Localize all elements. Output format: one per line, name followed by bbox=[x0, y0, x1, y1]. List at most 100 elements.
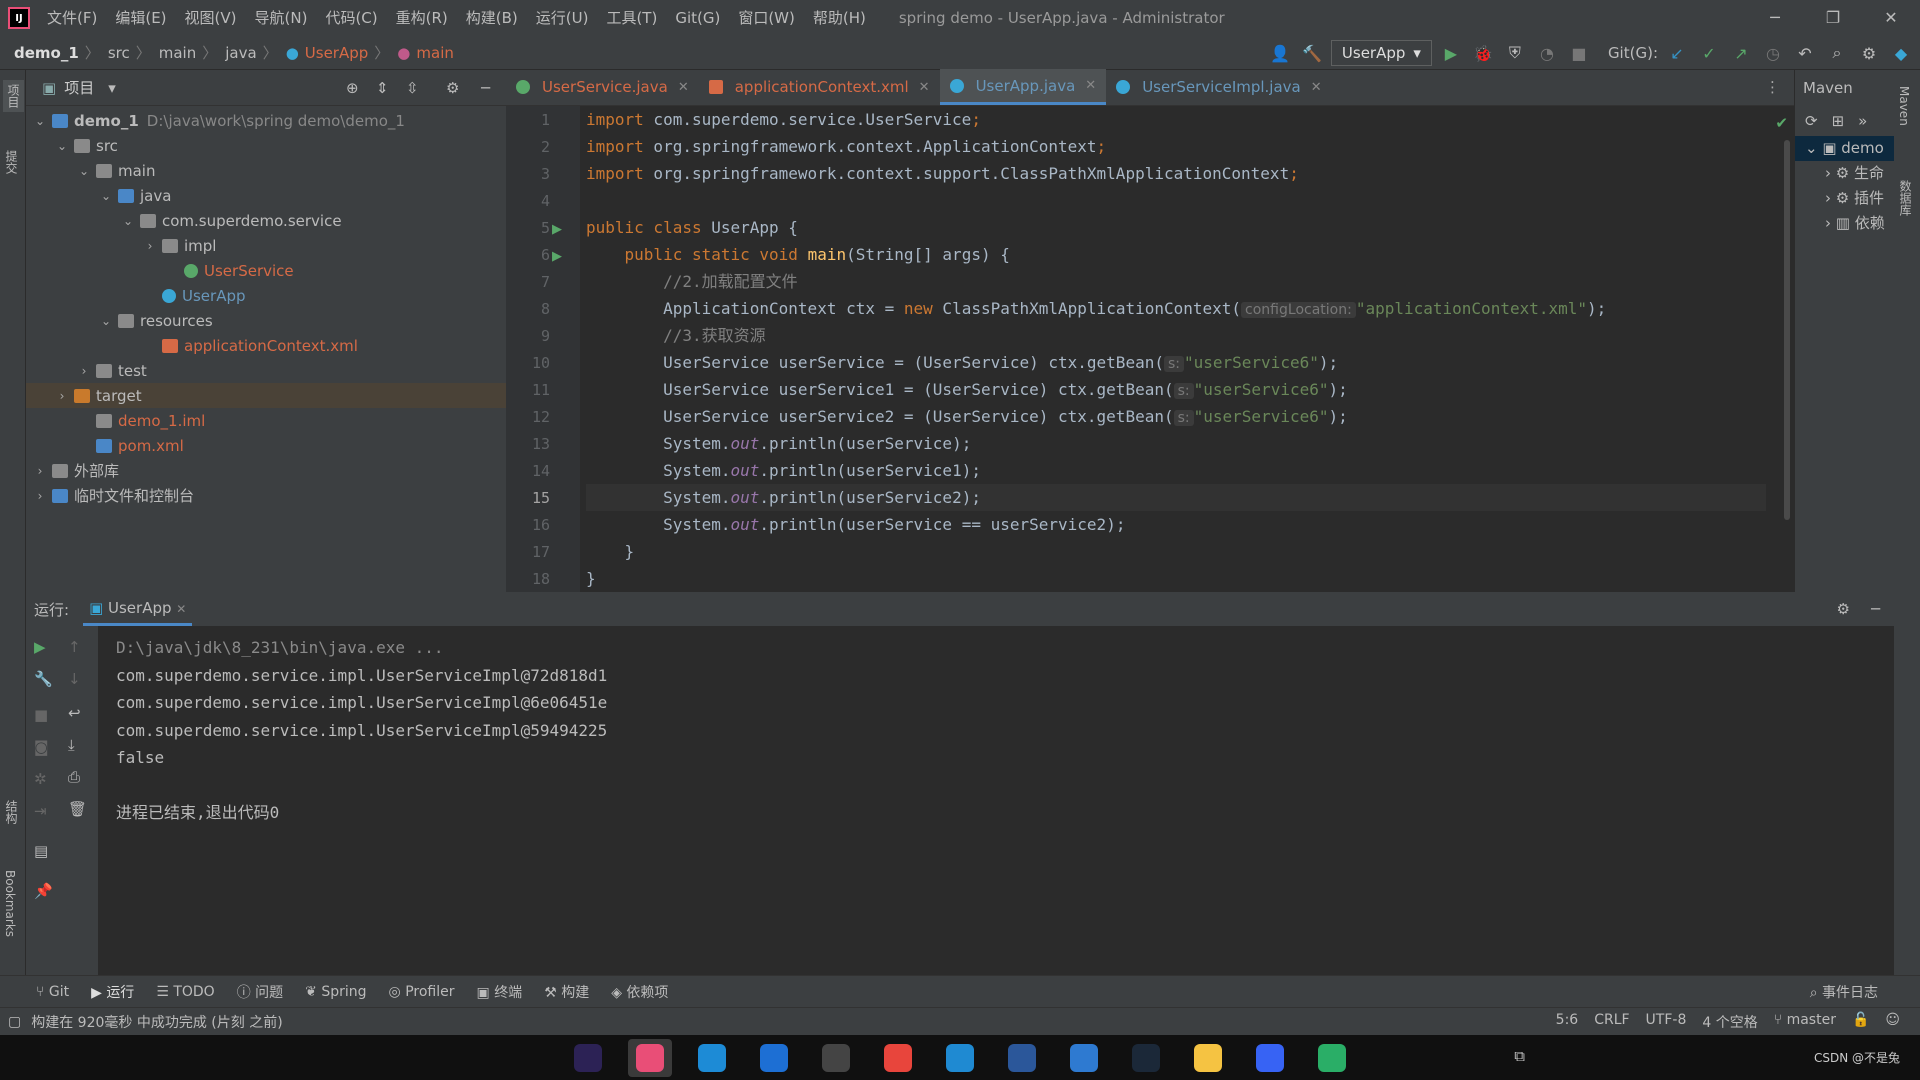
vmware-icon[interactable] bbox=[752, 1039, 796, 1077]
coverage-icon[interactable]: ⛨ bbox=[1502, 40, 1528, 66]
breadcrumb-item[interactable]: main bbox=[416, 44, 453, 62]
menu-item[interactable]: 编辑(E) bbox=[106, 0, 175, 36]
breadcrumb-item[interactable]: java bbox=[225, 44, 256, 62]
menu-item[interactable]: 构建(B) bbox=[457, 0, 527, 36]
tree-item[interactable]: ⌄ main bbox=[26, 158, 506, 183]
chevron-down-icon[interactable]: ⌄ bbox=[32, 114, 48, 128]
menu-item[interactable]: 重构(R) bbox=[387, 0, 457, 36]
code-editor[interactable]: import com.superdemo.service.UserService… bbox=[586, 106, 1774, 592]
close-icon[interactable]: ✕ bbox=[1311, 80, 1322, 95]
tree-item[interactable]: pom.xml bbox=[26, 433, 506, 458]
search-icon[interactable]: ⌕ bbox=[1824, 40, 1850, 66]
maven-tool-button[interactable]: Maven bbox=[1897, 86, 1911, 126]
caret-position[interactable]: 5:6 bbox=[1556, 1012, 1579, 1032]
chevron-right-icon[interactable]: › bbox=[54, 389, 70, 403]
close-icon[interactable]: ✕ bbox=[678, 80, 689, 95]
git-push-icon[interactable]: ↗ bbox=[1728, 40, 1754, 66]
run-gutter-icon[interactable]: ▶ bbox=[552, 249, 562, 264]
pin-icon[interactable]: 📌 bbox=[34, 882, 53, 900]
vscode-icon[interactable] bbox=[938, 1039, 982, 1077]
todo-icon[interactable] bbox=[1062, 1039, 1106, 1077]
close-icon[interactable]: ✕ bbox=[1085, 78, 1096, 93]
history-icon[interactable]: ◷ bbox=[1760, 40, 1786, 66]
chevron-right-icon[interactable]: › bbox=[142, 239, 158, 253]
expand-all-icon[interactable]: ⇕ bbox=[376, 79, 389, 97]
profiler-tab[interactable]: ◎ Profiler bbox=[389, 984, 455, 1000]
debug-icon[interactable]: 🐞 bbox=[1470, 40, 1496, 66]
trash-icon[interactable]: 🗑 bbox=[68, 800, 87, 818]
problems-tab[interactable]: ⓘ 问题 bbox=[237, 982, 283, 1002]
no-problems-check-icon[interactable]: ✔ bbox=[1775, 114, 1788, 132]
close-button[interactable]: ✕ bbox=[1862, 0, 1920, 36]
user-icon[interactable]: 👤 bbox=[1267, 40, 1293, 66]
status-icon[interactable]: ▢ bbox=[8, 1014, 21, 1030]
tree-item[interactable]: demo_1.iml bbox=[26, 408, 506, 433]
git-commit-icon[interactable]: ✓ bbox=[1696, 40, 1722, 66]
breadcrumb-item[interactable]: UserApp bbox=[305, 44, 369, 62]
maven-item[interactable]: › ⚙ 插件 bbox=[1795, 186, 1894, 211]
add-project-icon[interactable]: ⊞ bbox=[1832, 112, 1845, 130]
tree-item[interactable]: › impl bbox=[26, 233, 506, 258]
breadcrumb-item[interactable]: main bbox=[159, 44, 196, 62]
tree-item[interactable]: UserApp bbox=[26, 283, 506, 308]
maven-item[interactable]: ⌄ ▣ demo bbox=[1795, 136, 1894, 161]
task-view-icon[interactable]: ⧉ bbox=[1514, 1047, 1525, 1065]
build-tab[interactable]: ⚒ 构建 bbox=[544, 982, 589, 1002]
close-icon[interactable]: ✕ bbox=[919, 80, 930, 95]
print-icon[interactable]: ⎙ bbox=[68, 768, 80, 786]
git-tab[interactable]: ⑂ Git bbox=[36, 984, 69, 1000]
file-encoding[interactable]: UTF-8 bbox=[1646, 1012, 1687, 1032]
breadcrumb-item[interactable]: demo_1 bbox=[14, 44, 79, 62]
menu-item[interactable]: 运行(U) bbox=[527, 0, 598, 36]
hide-panel-icon[interactable]: ─ bbox=[481, 79, 490, 97]
wechat-icon[interactable] bbox=[1310, 1039, 1354, 1077]
tree-item[interactable]: ⌄ demo_1 D:\java\work\spring demo\demo_1 bbox=[26, 108, 506, 133]
more-tabs-icon[interactable]: ⋮ bbox=[1765, 78, 1780, 96]
debug-icon[interactable]: ✲ bbox=[34, 770, 47, 788]
run-icon[interactable]: ▶ bbox=[1438, 40, 1464, 66]
project-panel-title[interactable]: 项目 bbox=[64, 77, 94, 98]
tree-item[interactable]: applicationContext.xml bbox=[26, 333, 506, 358]
menu-item[interactable]: Git(G) bbox=[666, 0, 729, 36]
tree-item[interactable]: › 外部库 bbox=[26, 458, 506, 483]
up-arrow-icon[interactable]: ↑ bbox=[68, 638, 81, 656]
menu-item[interactable]: 文件(F) bbox=[38, 0, 106, 36]
file-explorer-icon[interactable] bbox=[1186, 1039, 1230, 1077]
rerun-icon[interactable]: ▶ bbox=[34, 638, 46, 656]
chevron-down-icon[interactable]: ▾ bbox=[108, 79, 116, 97]
intellij-logo-icon[interactable]: IJ bbox=[8, 7, 30, 29]
word-icon[interactable] bbox=[1000, 1039, 1044, 1077]
menu-item[interactable]: 代码(C) bbox=[316, 0, 386, 36]
close-icon[interactable]: ✕ bbox=[176, 602, 186, 616]
terminal-icon[interactable] bbox=[814, 1039, 858, 1077]
tree-item[interactable]: › test bbox=[26, 358, 506, 383]
reload-icon[interactable]: ⟳ bbox=[1805, 112, 1818, 130]
todo-tab[interactable]: ☰ TODO bbox=[156, 984, 214, 1000]
structure-tool-button[interactable]: 结构 bbox=[3, 800, 20, 824]
build-hammer-icon[interactable]: 🔨 bbox=[1299, 40, 1325, 66]
menu-item[interactable]: 导航(N) bbox=[246, 0, 317, 36]
rollback-icon[interactable]: ↶ bbox=[1792, 40, 1818, 66]
chevron-right-icon[interactable]: › bbox=[76, 364, 92, 378]
editor-tab[interactable]: UserServiceImpl.java ✕ bbox=[1106, 69, 1331, 105]
commit-tool-button[interactable]: 提交 bbox=[3, 150, 20, 174]
line-separator[interactable]: CRLF bbox=[1594, 1012, 1629, 1032]
inspector-icon[interactable]: ☺ bbox=[1885, 1012, 1900, 1032]
tree-item[interactable]: ⌄ resources bbox=[26, 308, 506, 333]
chevron-down-icon[interactable]: ⌄ bbox=[76, 164, 92, 178]
settings-gear-icon[interactable]: ⚙ bbox=[1837, 600, 1850, 618]
menu-item[interactable]: 视图(V) bbox=[176, 0, 246, 36]
git-update-icon[interactable]: ↙ bbox=[1664, 40, 1690, 66]
video-app-icon[interactable] bbox=[1248, 1039, 1292, 1077]
database-tool-button[interactable]: 数据库 bbox=[1897, 180, 1914, 216]
settings-gear-icon[interactable]: ⚙ bbox=[1856, 40, 1882, 66]
restore-button[interactable]: ❐ bbox=[1804, 0, 1862, 36]
exit-icon[interactable]: ⇥ bbox=[34, 802, 47, 820]
hide-panel-icon[interactable]: ─ bbox=[1871, 600, 1880, 618]
tree-item[interactable]: ⌄ com.superdemo.service bbox=[26, 208, 506, 233]
chevron-down-icon[interactable]: ⌄ bbox=[54, 139, 70, 153]
spring-tab[interactable]: ❦ Spring bbox=[305, 984, 366, 1000]
chevron-down-icon[interactable]: ⌄ bbox=[120, 214, 136, 228]
chevron-right-icon[interactable]: › bbox=[32, 489, 48, 503]
modify-config-icon[interactable]: 🔧 bbox=[34, 670, 53, 688]
